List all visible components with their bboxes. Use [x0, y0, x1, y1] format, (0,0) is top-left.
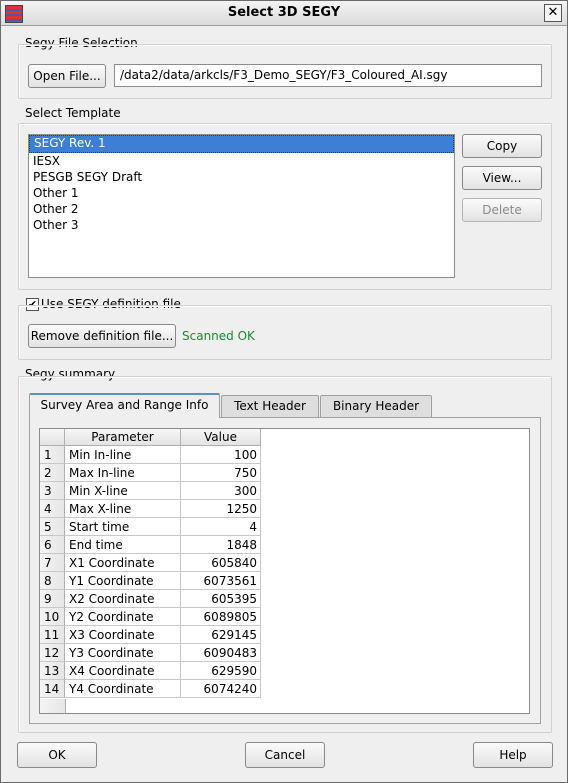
table-row[interactable]: 1 Min In-line 100 — [40, 446, 261, 464]
dialog-window: Select 3D SEGY ✕ Segy File Selection Ope… — [0, 0, 568, 783]
row-number[interactable]: 12 — [40, 644, 65, 662]
parameter-cell[interactable]: Max In-line — [65, 464, 181, 482]
value-cell[interactable]: 300 — [181, 482, 261, 500]
table-row[interactable]: 2 Max In-line 750 — [40, 464, 261, 482]
parameter-cell[interactable]: End time — [65, 536, 181, 554]
value-cell[interactable]: 629145 — [181, 626, 261, 644]
table-row[interactable]: 14 Y4 Coordinate 6074240 — [40, 680, 261, 698]
table-row[interactable]: 12 Y3 Coordinate 6090483 — [40, 644, 261, 662]
segy-file-path-input[interactable]: /data2/data/arkcls/F3_Demo_SEGY/F3_Colou… — [114, 64, 542, 87]
parameter-cell[interactable]: X4 Coordinate — [65, 662, 181, 680]
row-number[interactable]: 9 — [40, 590, 65, 608]
close-icon: ✕ — [547, 5, 559, 20]
row-number[interactable]: 1 — [40, 446, 65, 464]
copy-button[interactable]: Copy — [462, 134, 542, 158]
template-list-item[interactable]: Other 1 — [29, 185, 454, 201]
row-number[interactable]: 7 — [40, 554, 65, 572]
row-number[interactable]: 8 — [40, 572, 65, 590]
column-header-parameter[interactable]: Parameter — [65, 429, 181, 446]
value-cell[interactable]: 629590 — [181, 662, 261, 680]
table-row[interactable]: 9 X2 Coordinate 605395 — [40, 590, 261, 608]
parameter-cell[interactable]: X1 Coordinate — [65, 554, 181, 572]
row-header-filler — [40, 699, 66, 713]
value-cell[interactable]: 6074240 — [181, 680, 261, 698]
tab-binary-header[interactable]: Binary Header — [320, 395, 432, 417]
remove-definition-button[interactable]: Remove definition file... — [28, 324, 176, 348]
parameter-cell[interactable]: Y3 Coordinate — [65, 644, 181, 662]
row-number[interactable]: 4 — [40, 500, 65, 518]
parameter-cell[interactable]: Min X-line — [65, 482, 181, 500]
parameter-cell[interactable]: Y2 Coordinate — [65, 608, 181, 626]
table-row[interactable]: 5 Start time 4 — [40, 518, 261, 536]
value-cell[interactable]: 605840 — [181, 554, 261, 572]
template-list-item[interactable]: Other 2 — [29, 201, 454, 217]
table-corner — [40, 429, 65, 446]
title-bar[interactable]: Select 3D SEGY ✕ — [1, 1, 567, 26]
value-cell[interactable]: 6073561 — [181, 572, 261, 590]
row-number[interactable]: 6 — [40, 536, 65, 554]
template-list-item[interactable]: Other 3 — [29, 217, 454, 233]
table-row[interactable]: 10 Y2 Coordinate 6089805 — [40, 608, 261, 626]
parameter-cell[interactable]: Start time — [65, 518, 181, 536]
parameter-cell[interactable]: Min In-line — [65, 446, 181, 464]
template-group-label: Select Template — [25, 106, 121, 120]
scan-status: Scanned OK — [182, 329, 255, 343]
table-row[interactable]: 13 X4 Coordinate 629590 — [40, 662, 261, 680]
row-number[interactable]: 14 — [40, 680, 65, 698]
template-list-item[interactable]: SEGY Rev. 1 — [29, 135, 454, 153]
open-file-button[interactable]: Open File... — [28, 64, 106, 88]
window-title: Select 3D SEGY — [227, 5, 341, 20]
parameter-cell[interactable]: X3 Coordinate — [65, 626, 181, 644]
value-cell[interactable]: 750 — [181, 464, 261, 482]
help-button[interactable]: Help — [473, 742, 553, 768]
template-list[interactable]: SEGY Rev. 1 IESX PESGB SEGY Draft Other 1 Ot… — [28, 134, 455, 278]
delete-button[interactable]: Delete — [462, 198, 542, 222]
ok-button[interactable]: OK — [17, 742, 97, 768]
table-row[interactable]: 11 X3 Coordinate 629145 — [40, 626, 261, 644]
row-number[interactable]: 13 — [40, 662, 65, 680]
value-cell[interactable]: 4 — [181, 518, 261, 536]
row-number[interactable]: 11 — [40, 626, 65, 644]
tab-text-header[interactable]: Text Header — [221, 395, 319, 417]
row-number[interactable]: 5 — [40, 518, 65, 536]
value-cell[interactable]: 6090483 — [181, 644, 261, 662]
tab-survey-area[interactable]: Survey Area and Range Info — [29, 393, 220, 418]
template-list-item[interactable]: PESGB SEGY Draft — [29, 169, 454, 185]
table-row[interactable]: 3 Min X-line 300 — [40, 482, 261, 500]
parameter-cell[interactable]: Max X-line — [65, 500, 181, 518]
value-cell[interactable]: 1848 — [181, 536, 261, 554]
column-header-value[interactable]: Value — [181, 429, 261, 446]
parameter-cell[interactable]: Y1 Coordinate — [65, 572, 181, 590]
table-row[interactable]: 8 Y1 Coordinate 6073561 — [40, 572, 261, 590]
value-cell[interactable]: 100 — [181, 446, 261, 464]
table-row[interactable]: 4 Max X-line 1250 — [40, 500, 261, 518]
parameter-cell[interactable]: Y4 Coordinate — [65, 680, 181, 698]
value-cell[interactable]: 1250 — [181, 500, 261, 518]
template-list-item[interactable]: IESX — [29, 153, 454, 169]
close-button[interactable]: ✕ — [544, 4, 562, 22]
view-button[interactable]: View... — [462, 166, 542, 190]
row-number[interactable]: 3 — [40, 482, 65, 500]
parameter-cell[interactable]: X2 Coordinate — [65, 590, 181, 608]
row-number[interactable]: 2 — [40, 464, 65, 482]
row-number[interactable]: 10 — [40, 608, 65, 626]
value-cell[interactable]: 6089805 — [181, 608, 261, 626]
cancel-button[interactable]: Cancel — [245, 742, 325, 768]
survey-range-table[interactable]: Parameter Value 1 Min In-line 100 2 Max In-l… — [39, 428, 530, 714]
table-row[interactable]: 6 End time 1848 — [40, 536, 261, 554]
value-cell[interactable]: 605395 — [181, 590, 261, 608]
table-row[interactable]: 7 X1 Coordinate 605840 — [40, 554, 261, 572]
